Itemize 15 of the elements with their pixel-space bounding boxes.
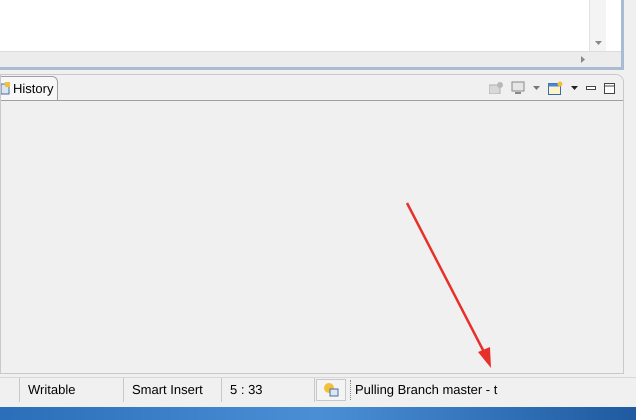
new-window-icon[interactable] (548, 81, 563, 95)
minimize-icon[interactable] (586, 86, 596, 90)
status-field: Smart Insert (124, 378, 222, 402)
scroll-down-icon[interactable] (594, 41, 602, 45)
progress-button[interactable] (316, 379, 346, 401)
monitor-icon[interactable] (511, 81, 525, 95)
progress-text: Pulling Branch master - t (350, 380, 498, 400)
sync-icon (323, 382, 339, 398)
dropdown-icon[interactable] (571, 86, 578, 90)
history-icon (1, 82, 10, 95)
panel-tab[interactable]: History (1, 76, 58, 100)
status-field: Writable (20, 378, 124, 402)
scroll-right-icon[interactable] (581, 56, 585, 63)
maximize-icon[interactable] (604, 82, 615, 94)
status-field: 5 : 33 (222, 378, 315, 402)
